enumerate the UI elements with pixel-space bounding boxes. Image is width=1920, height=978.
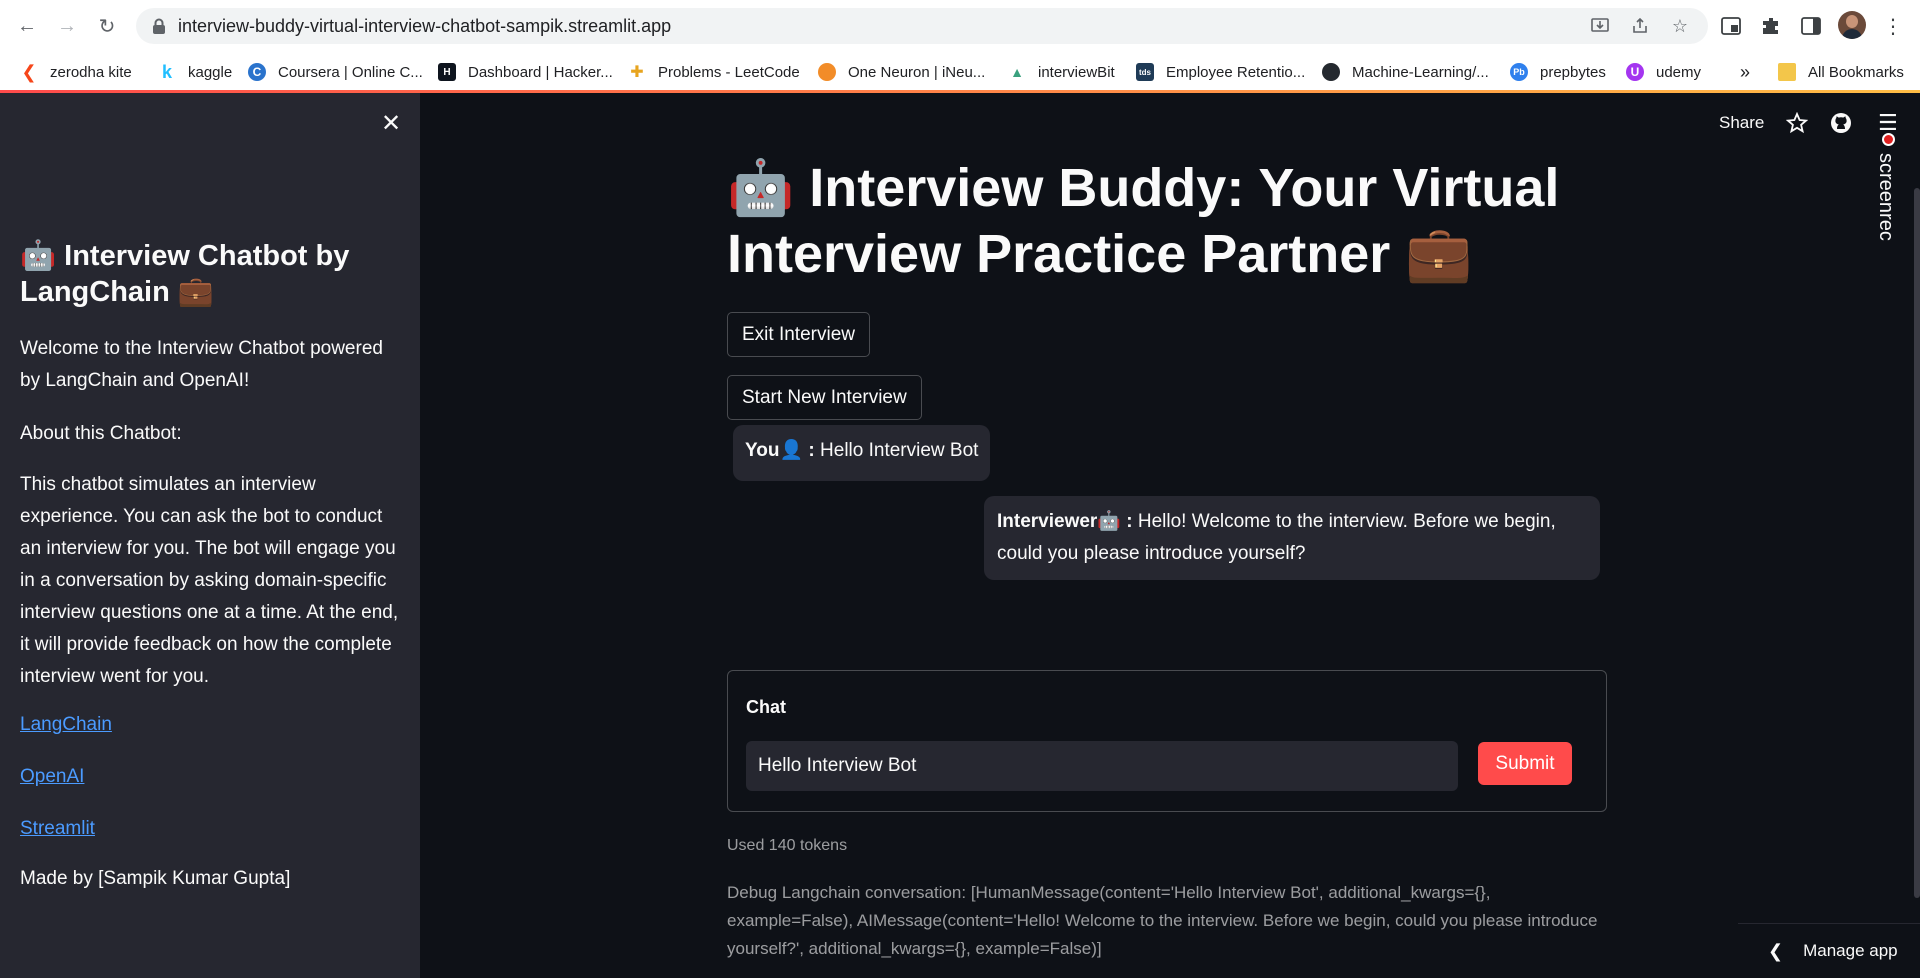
bookmark-label: Dashboard | Hacker... bbox=[468, 63, 613, 81]
bookmark-label: zerodha kite bbox=[50, 63, 132, 81]
picture-in-picture-icon[interactable] bbox=[1718, 13, 1744, 39]
bookmark-label: Machine-Learning/... bbox=[1352, 63, 1489, 81]
form-title: Chat bbox=[746, 697, 786, 717]
bookmark-interviewbit[interactable]: ▲ interviewBit bbox=[1008, 52, 1115, 92]
bookmark-label: kaggle bbox=[188, 63, 233, 81]
address-bar[interactable]: interview-buddy-virtual-interview-chatbo… bbox=[136, 8, 1708, 44]
start-new-interview-button[interactable]: Start New Interview bbox=[727, 375, 922, 420]
bookmark-label: interviewBit bbox=[1038, 63, 1115, 81]
debug-output: Debug Langchain conversation: [HumanMess… bbox=[727, 883, 1598, 958]
coursera-icon: C bbox=[248, 63, 266, 81]
lock-icon bbox=[153, 18, 165, 34]
link-streamlit[interactable]: Streamlit bbox=[20, 818, 95, 840]
github-icon bbox=[1322, 63, 1340, 81]
exit-interview-button[interactable]: Exit Interview bbox=[727, 312, 870, 357]
tds-icon: tds bbox=[1136, 63, 1154, 81]
chat-input[interactable] bbox=[746, 741, 1458, 791]
bookmark-label: All Bookmarks bbox=[1808, 63, 1904, 81]
submit-button[interactable]: Submit bbox=[1478, 742, 1572, 785]
bookmark-kaggle[interactable]: k kaggle bbox=[158, 52, 232, 92]
bookmarks-bar: ❮ zerodha kite k kaggle C Coursera | Onl… bbox=[0, 52, 1920, 92]
manage-app-label: Manage app bbox=[1803, 941, 1898, 960]
manage-app-button[interactable]: ❮ Manage app bbox=[1738, 923, 1920, 978]
all-bookmarks-folder[interactable]: All Bookmarks bbox=[1778, 52, 1904, 92]
chevron-left-icon: ❮ bbox=[1768, 940, 1784, 961]
interviewer-message: Interviewer🤖 : Hello! Welcome to the int… bbox=[984, 496, 1600, 580]
message-speaker: Interviewer🤖 : bbox=[997, 511, 1138, 532]
extensions-icon[interactable] bbox=[1758, 13, 1784, 39]
screenrec-label: screenrec bbox=[1875, 153, 1897, 241]
github-icon[interactable] bbox=[1830, 109, 1852, 137]
bookmark-label: Employee Retentio... bbox=[1166, 63, 1306, 81]
record-icon bbox=[1882, 133, 1895, 146]
reload-icon[interactable]: ↻ bbox=[94, 13, 120, 39]
bookmark-prepbytes[interactable]: Pb prepbytes bbox=[1510, 52, 1606, 92]
more-bookmarks-button[interactable]: » bbox=[1740, 52, 1750, 92]
bookmark-udemy[interactable]: U udemy bbox=[1626, 52, 1701, 92]
url-text: interview-buddy-virtual-interview-chatbo… bbox=[178, 16, 672, 36]
bookmark-label: udemy bbox=[1656, 63, 1702, 81]
scrollbar[interactable] bbox=[1914, 188, 1920, 898]
bookmark-employee-retention[interactable]: tds Employee Retentio... bbox=[1136, 52, 1305, 92]
app-view: ✕ 🤖 Interview Chatbot by LangChain 💼 Wel… bbox=[0, 93, 1920, 978]
udemy-icon: U bbox=[1626, 63, 1644, 81]
bookmark-label: Problems - LeetCode bbox=[658, 63, 800, 81]
interviewbit-icon: ▲ bbox=[1008, 63, 1026, 81]
bookmark-hackerrank[interactable]: H Dashboard | Hacker... bbox=[438, 52, 613, 92]
sidebar-about-text: This chatbot simulates an interview expe… bbox=[20, 474, 399, 687]
message-speaker: You👤 : bbox=[745, 440, 821, 461]
install-app-icon[interactable] bbox=[1588, 15, 1612, 37]
bookmark-label: Coursera | Online C... bbox=[278, 63, 423, 81]
profile-avatar[interactable] bbox=[1838, 11, 1866, 39]
sidebar-title: 🤖 Interview Chatbot by LangChain 💼 bbox=[20, 240, 350, 308]
folder-icon bbox=[1778, 63, 1796, 81]
kaggle-icon: k bbox=[158, 62, 176, 82]
forward-icon[interactable]: → bbox=[54, 13, 80, 39]
bookmark-oneneuron[interactable]: One Neuron | iNeu... bbox=[818, 52, 985, 92]
sidebar-welcome: Welcome to the Interview Chatbot powered… bbox=[20, 338, 383, 391]
oneneuron-icon bbox=[818, 63, 836, 81]
chat-form: Chat Submit bbox=[727, 670, 1607, 812]
bookmark-leetcode[interactable]: ✚ Problems - LeetCode bbox=[628, 52, 800, 92]
bookmark-label: One Neuron | iNeu... bbox=[848, 63, 986, 81]
prepbytes-icon: Pb bbox=[1510, 63, 1528, 81]
bookmark-star-icon[interactable]: ☆ bbox=[1668, 15, 1692, 37]
leetcode-icon: ✚ bbox=[628, 63, 646, 81]
sidebar: ✕ 🤖 Interview Chatbot by LangChain 💼 Wel… bbox=[0, 93, 420, 978]
chrome-menu-icon[interactable]: ⋮ bbox=[1880, 13, 1906, 39]
sidebar-made-by: Made by [Sampik Kumar Gupta] bbox=[20, 868, 291, 889]
hackerrank-icon: H bbox=[438, 63, 456, 81]
zerodha-icon: ❮ bbox=[20, 61, 38, 82]
side-panel-icon[interactable] bbox=[1798, 13, 1824, 39]
user-message: You👤 : Hello Interview Bot bbox=[733, 425, 991, 481]
token-count: Used 140 tokens bbox=[727, 837, 848, 854]
sidebar-about-heading: About this Chatbot: bbox=[20, 423, 182, 444]
bookmark-machine-learning[interactable]: Machine-Learning/... bbox=[1322, 52, 1489, 92]
close-sidebar-icon[interactable]: ✕ bbox=[380, 112, 402, 136]
browser-toolbar: ← → ↻ interview-buddy-virtual-interview-… bbox=[0, 0, 1920, 52]
back-icon[interactable]: ← bbox=[14, 13, 40, 39]
bookmark-coursera[interactable]: C Coursera | Online C... bbox=[248, 52, 423, 92]
link-openai[interactable]: OpenAI bbox=[20, 766, 84, 788]
bookmark-label: prepbytes bbox=[1540, 63, 1606, 81]
message-text: Hello Interview Bot bbox=[820, 440, 979, 461]
page-title: 🤖 Interview Buddy: Your Virtual Intervie… bbox=[727, 158, 1560, 284]
star-icon[interactable] bbox=[1786, 109, 1808, 137]
share-page-icon[interactable] bbox=[1628, 15, 1652, 37]
bookmark-zerodha[interactable]: ❮ zerodha kite bbox=[20, 52, 132, 92]
link-langchain[interactable]: LangChain bbox=[20, 714, 112, 736]
screenrec-widget[interactable]: screenrec bbox=[1870, 133, 1906, 283]
share-button[interactable]: Share bbox=[1719, 109, 1764, 137]
